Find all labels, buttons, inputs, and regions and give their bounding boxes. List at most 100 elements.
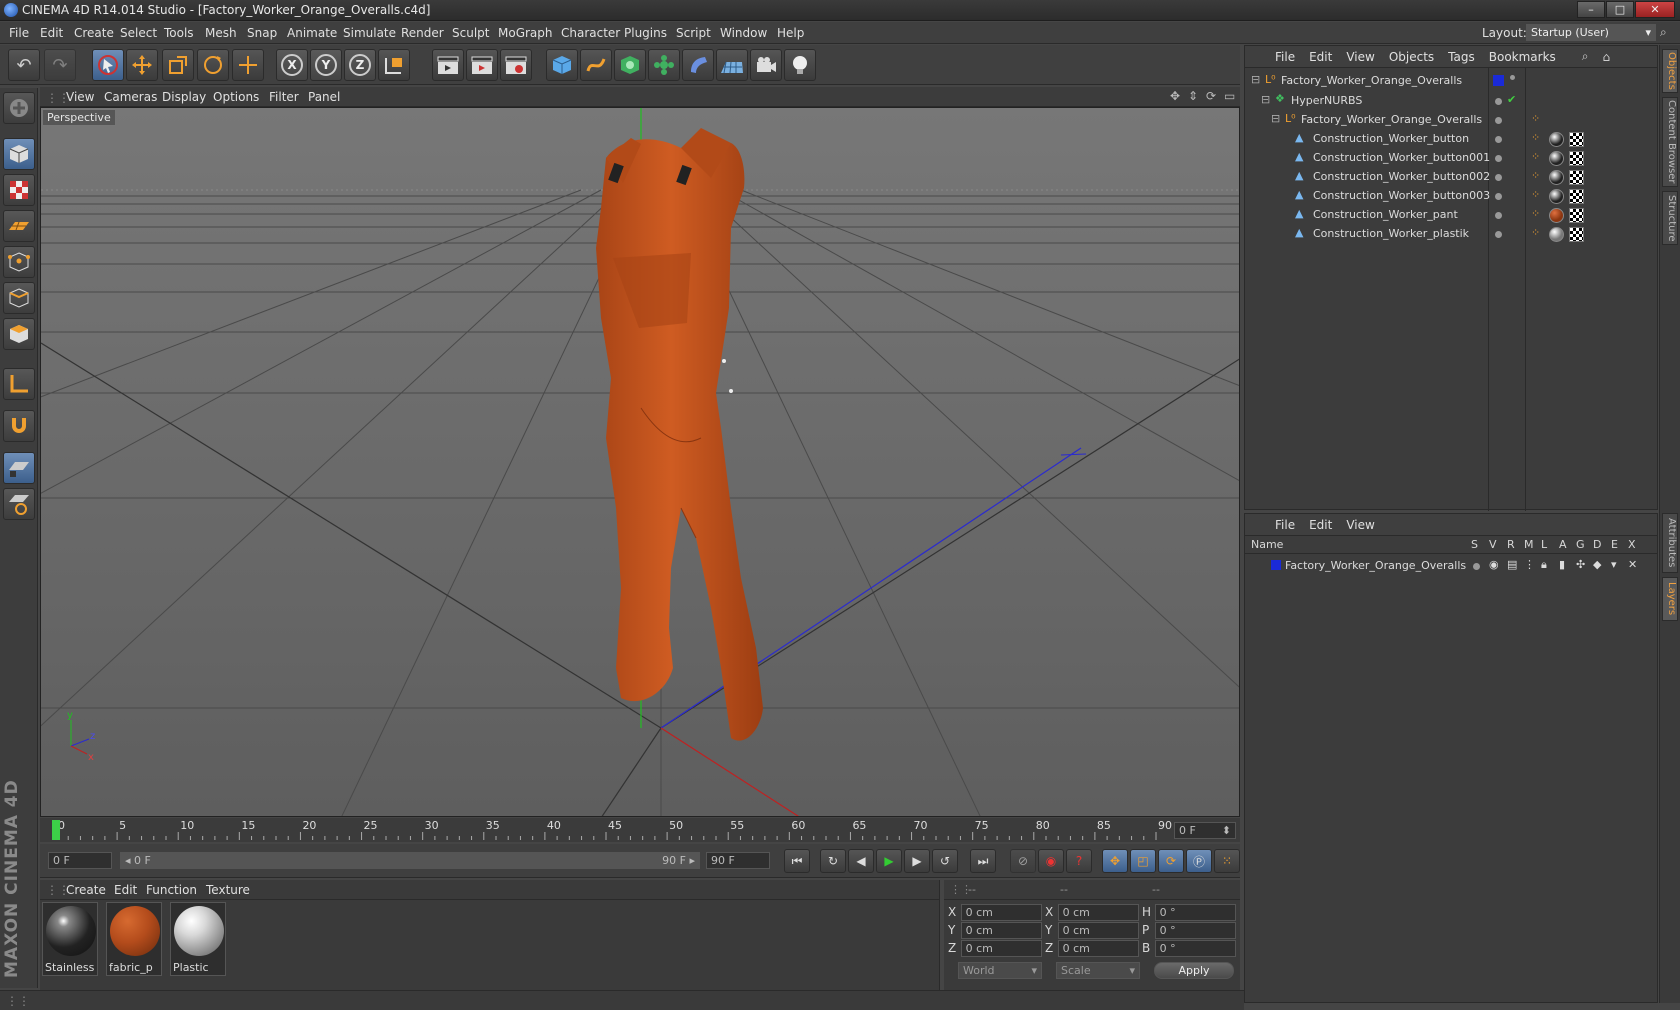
- object-row-button001[interactable]: ▲ Construction_Worker_button001 ⁘: [1245, 148, 1659, 168]
- scale-dropdown[interactable]: Scale ▾: [1056, 961, 1140, 979]
- viewport-menu-filter[interactable]: Filter: [269, 90, 299, 104]
- material-stainless[interactable]: Stainless: [42, 902, 98, 976]
- material-tag-icon[interactable]: [1549, 132, 1564, 147]
- objects-menu-edit[interactable]: Edit: [1309, 50, 1332, 64]
- workplane-lock-button[interactable]: [3, 452, 35, 484]
- tab-layers[interactable]: Layers: [1662, 577, 1678, 621]
- collapse-icon[interactable]: ⊟: [1261, 93, 1270, 106]
- 3d-viewport[interactable]: y z x: [40, 107, 1240, 817]
- menu-script[interactable]: Script: [676, 26, 711, 40]
- collapse-icon[interactable]: ⊟: [1251, 73, 1260, 86]
- collapse-icon[interactable]: ⊟: [1271, 112, 1280, 125]
- viewport-menu-panel[interactable]: Panel: [308, 90, 340, 104]
- key-rotation-button[interactable]: ⟳: [1158, 849, 1184, 873]
- go-to-end-button[interactable]: ⏭: [970, 849, 996, 873]
- size-z-field[interactable]: 0 cm: [1057, 939, 1139, 957]
- previous-key-button[interactable]: ↻: [820, 849, 846, 873]
- viewport-move-icon[interactable]: ✥: [1170, 89, 1180, 103]
- deformer-icon[interactable]: ◆: [1593, 558, 1601, 571]
- menu-create[interactable]: Create: [74, 26, 114, 40]
- material-plastic[interactable]: Plastic: [170, 902, 226, 976]
- texture-mode-button[interactable]: [3, 174, 35, 206]
- maximize-button[interactable]: □: [1606, 1, 1634, 18]
- visibility-dot[interactable]: [1495, 98, 1502, 105]
- phong-tag-icon[interactable]: ⁘: [1531, 131, 1540, 144]
- viewport-menu-view[interactable]: View: [66, 90, 94, 104]
- material-tag-icon[interactable]: [1549, 227, 1564, 242]
- polygons-mode-button[interactable]: [3, 318, 35, 350]
- layers-menu-view[interactable]: View: [1346, 518, 1374, 532]
- world-dropdown[interactable]: World ▾: [958, 961, 1042, 979]
- objects-menu-tags[interactable]: Tags: [1448, 50, 1475, 64]
- home-icon[interactable]: ⌂: [1603, 50, 1611, 64]
- expression-icon[interactable]: ▾: [1611, 558, 1617, 571]
- viewport-menu-cameras[interactable]: Cameras: [104, 90, 157, 104]
- material-menu-create[interactable]: Create: [66, 883, 106, 897]
- previous-frame-button[interactable]: ◀: [848, 849, 874, 873]
- phong-tag-icon[interactable]: ⁘: [1531, 207, 1540, 220]
- xref-x-icon[interactable]: ✕: [1628, 558, 1637, 571]
- add-light-button[interactable]: [784, 49, 816, 81]
- menu-plugins[interactable]: Plugins: [624, 26, 667, 40]
- layout-dropdown[interactable]: Startup (User) ▾: [1526, 24, 1656, 41]
- render-settings-button[interactable]: [500, 49, 532, 81]
- frame-range-slider[interactable]: ◂ 0 F 90 F ▸: [120, 852, 700, 869]
- uvw-tag-icon[interactable]: [1569, 170, 1584, 185]
- live-selection-button[interactable]: [92, 49, 124, 81]
- object-row-button002[interactable]: ▲ Construction_Worker_button002 ⁘: [1245, 167, 1659, 187]
- record-keys-button[interactable]: ⊘: [1010, 849, 1036, 873]
- uvw-tag-icon[interactable]: [1569, 151, 1584, 166]
- manager-tree-icon[interactable]: ⋮: [1524, 558, 1535, 571]
- menu-simulate[interactable]: Simulate: [343, 26, 396, 40]
- play-button[interactable]: ▶: [876, 849, 902, 873]
- material-tag-icon[interactable]: [1549, 208, 1564, 223]
- menu-mograph[interactable]: MoGraph: [498, 26, 553, 40]
- redo-button[interactable]: ↷: [44, 49, 76, 81]
- axis-mode-button[interactable]: [3, 368, 35, 400]
- rotation-p-field[interactable]: 0 °: [1154, 921, 1236, 939]
- visibility-dot[interactable]: [1495, 136, 1502, 143]
- close-button[interactable]: ✕: [1635, 1, 1675, 18]
- menu-animate[interactable]: Animate: [287, 26, 337, 40]
- minimize-button[interactable]: –: [1577, 1, 1605, 18]
- uvw-tag-icon[interactable]: [1569, 208, 1584, 223]
- visibility-dot[interactable]: [1510, 75, 1515, 80]
- size-x-field[interactable]: 0 cm: [1057, 903, 1139, 921]
- rotation-h-field[interactable]: 0 °: [1154, 903, 1236, 921]
- start-frame-field[interactable]: 0 F: [48, 852, 112, 869]
- object-row-pant[interactable]: ▲ Construction_Worker_pant ⁘: [1245, 205, 1659, 225]
- material-tag-icon[interactable]: [1549, 151, 1564, 166]
- x-axis-lock-button[interactable]: X: [276, 49, 308, 81]
- object-row-button003[interactable]: ▲ Construction_Worker_button003 ⁘: [1245, 186, 1659, 206]
- make-editable-button[interactable]: [3, 92, 35, 124]
- material-menu-texture[interactable]: Texture: [206, 883, 250, 897]
- menu-character[interactable]: Character: [561, 26, 620, 40]
- material-tag-icon[interactable]: [1549, 170, 1564, 185]
- key-parameter-button[interactable]: Ⓟ: [1186, 849, 1212, 873]
- y-axis-lock-button[interactable]: Y: [310, 49, 342, 81]
- object-row-plastik[interactable]: ▲ Construction_Worker_plastik ⁘: [1245, 224, 1659, 244]
- phong-tag-icon[interactable]: ⁘: [1531, 188, 1540, 201]
- viewport-menu-options[interactable]: Options: [213, 90, 259, 104]
- phong-tag-icon[interactable]: ⁘: [1531, 226, 1540, 239]
- lock-icon[interactable]: 🔒︎: [1541, 558, 1547, 572]
- menu-render[interactable]: Render: [401, 26, 444, 40]
- layers-menu-edit[interactable]: Edit: [1309, 518, 1332, 532]
- view-eye-icon[interactable]: ◉: [1489, 558, 1499, 571]
- rotate-tool-button[interactable]: [197, 49, 229, 81]
- menu-select[interactable]: Select: [120, 26, 157, 40]
- tab-structure[interactable]: Structure: [1662, 191, 1678, 245]
- add-environment-button[interactable]: [716, 49, 748, 81]
- menu-tools[interactable]: Tools: [164, 26, 194, 40]
- current-frame-field[interactable]: 0 F ⬍: [1174, 822, 1236, 839]
- next-frame-button[interactable]: ▶: [904, 849, 930, 873]
- position-z-field[interactable]: 0 cm: [960, 939, 1042, 957]
- scale-tool-button[interactable]: [162, 49, 194, 81]
- visibility-dot[interactable]: [1495, 117, 1502, 124]
- coordinate-system-button[interactable]: [378, 49, 410, 81]
- undo-button[interactable]: ↶: [8, 49, 40, 81]
- z-axis-lock-button[interactable]: Z: [344, 49, 376, 81]
- rotation-b-field[interactable]: 0 °: [1154, 939, 1236, 957]
- objects-menu-file[interactable]: File: [1275, 50, 1295, 64]
- phong-tag-icon[interactable]: ⁘: [1531, 150, 1540, 163]
